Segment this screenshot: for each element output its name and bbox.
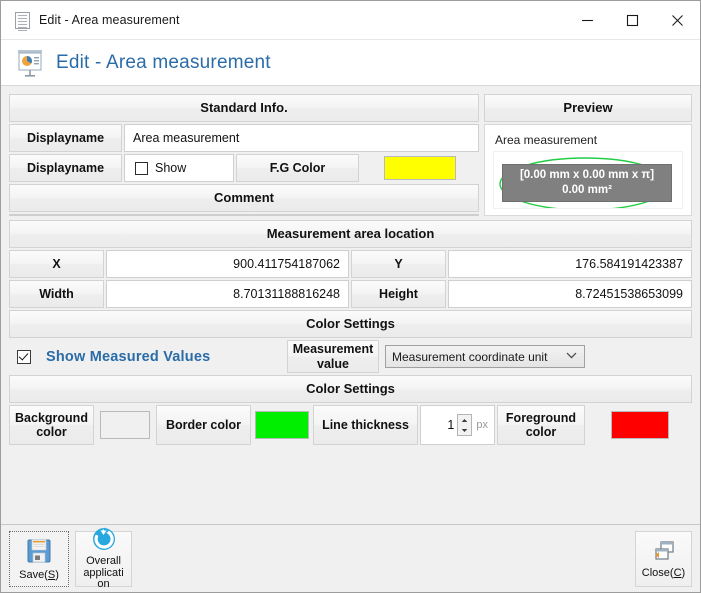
measured-values-row: Show Measured Values Measurement value M… — [9, 340, 692, 373]
height-label: Height — [351, 280, 446, 308]
preview-caption: Area measurement — [495, 133, 683, 147]
window-controls — [565, 1, 700, 39]
preview-tag-line1: [0.00 mm x 0.00 mm x π] — [505, 168, 669, 182]
background-color-swatch[interactable] — [100, 411, 150, 439]
page-header: Edit - Area measurement — [1, 40, 700, 86]
window-titlebar: Edit - Area measurement — [1, 1, 700, 40]
dialog-footer: Save(S) Overall applicati on — [1, 524, 700, 592]
close-button[interactable] — [655, 1, 700, 39]
border-color-swatch[interactable] — [255, 411, 309, 439]
standard-info-header: Standard Info. — [9, 94, 479, 122]
line-thickness-label: Line thickness — [313, 405, 418, 445]
preview-panel: Preview Area measurement [0.00 mm x 0.00… — [484, 94, 692, 216]
show-checkbox-box — [135, 162, 148, 175]
show-measured-values-label: Show Measured Values — [46, 349, 210, 365]
fg-color-swatch-wrap — [361, 154, 479, 182]
fg-color-button[interactable]: F.G Color — [236, 154, 359, 182]
overall-application-label-1: Overall — [86, 556, 121, 568]
line-thickness-unit: px — [476, 419, 488, 431]
line-thickness-value: 1 — [447, 418, 454, 432]
display-name-input[interactable]: Area measurement — [124, 124, 479, 152]
show-checkbox[interactable]: Show — [124, 154, 234, 182]
background-color-swatch-wrap — [96, 405, 154, 445]
display-name-label: Displayname — [9, 124, 122, 152]
spinner-up-icon[interactable] — [458, 415, 471, 425]
spinner-down-icon[interactable] — [458, 425, 471, 435]
window-title: Edit - Area measurement — [39, 13, 180, 27]
presentation-chart-icon — [14, 47, 46, 79]
close-button-label: Close(C) — [642, 568, 685, 580]
measurement-area-header: Measurement area location — [9, 220, 692, 248]
background-color-label: Background color — [9, 405, 94, 445]
windows-stack-icon — [651, 538, 677, 568]
edit-area-measurement-window: Edit - Area measurement — [0, 0, 701, 593]
floppy-disk-icon — [24, 536, 54, 570]
foreground-color-swatch-wrap — [587, 405, 692, 445]
border-color-swatch-wrap — [253, 405, 311, 445]
standard-info-panel: Standard Info. Displayname Area measurem… — [9, 94, 479, 216]
y-input[interactable]: 176.584191423387 — [448, 250, 692, 278]
color-settings-header-2: Color Settings — [9, 375, 692, 403]
preview-measurement-tag: [0.00 mm x 0.00 mm x π] 0.00 mm² — [502, 164, 672, 202]
save-button[interactable]: Save(S) — [9, 531, 69, 587]
show-measured-values-checkbox-box — [17, 350, 31, 364]
measurement-unit-select-value: Measurement coordinate unit — [392, 350, 547, 364]
minimize-icon — [581, 14, 594, 27]
close-button-footer[interactable]: Close(C) — [635, 531, 692, 587]
wh-row: Width 8.70131188816248 Height 8.72451538… — [9, 280, 692, 308]
minimize-button[interactable] — [565, 1, 610, 39]
page-title: Edit - Area measurement — [56, 52, 271, 74]
foreground-color-swatch[interactable] — [611, 411, 669, 439]
preview-body: Area measurement [0.00 mm x 0.00 mm x π]… — [484, 124, 692, 216]
xy-row: X 900.411754187062 Y 176.584191423387 — [9, 250, 692, 278]
measurement-unit-select[interactable]: Measurement coordinate unit — [385, 345, 585, 368]
refresh-circle-icon — [91, 526, 117, 556]
save-button-label: Save(S) — [19, 570, 59, 582]
width-label: Width — [9, 280, 104, 308]
line-thickness-spinner-buttons[interactable] — [457, 414, 472, 436]
maximize-icon — [626, 14, 639, 27]
preview-tag-line2: 0.00 mm² — [505, 183, 669, 197]
top-section: Standard Info. Displayname Area measurem… — [9, 94, 692, 216]
display-name-options-row: Displayname Show F.G Color — [9, 154, 479, 182]
border-color-label: Border color — [156, 405, 251, 445]
foreground-color-label: Foreground color — [497, 405, 585, 445]
preview-header: Preview — [484, 94, 692, 122]
color-settings-row: Background color Border color Line thick… — [9, 405, 692, 445]
x-label: X — [9, 250, 104, 278]
x-input[interactable]: 900.411754187062 — [106, 250, 349, 278]
width-input[interactable]: 8.70131188816248 — [106, 280, 349, 308]
overall-application-label-3: on — [97, 579, 109, 591]
fg-color-swatch[interactable] — [384, 156, 456, 180]
close-icon — [671, 14, 684, 27]
display-name-row: Displayname Area measurement — [9, 124, 479, 152]
show-measured-values-checkbox[interactable]: Show Measured Values — [9, 349, 287, 365]
comment-header: Comment — [9, 184, 479, 212]
height-input[interactable]: 8.72451538653099 — [448, 280, 692, 308]
show-checkbox-label: Show — [155, 161, 186, 175]
line-thickness-stepper[interactable]: 1 px — [420, 405, 495, 445]
dialog-body: Standard Info. Displayname Area measurem… — [1, 86, 700, 518]
preview-canvas: [0.00 mm x 0.00 mm x π] 0.00 mm² — [493, 151, 683, 209]
display-name-label-2: Displayname — [9, 154, 122, 182]
overall-application-button[interactable]: Overall applicati on — [75, 531, 132, 587]
measurement-value-label: Measurement value — [287, 340, 379, 373]
document-icon — [13, 11, 31, 29]
maximize-button[interactable] — [610, 1, 655, 39]
y-label: Y — [351, 250, 446, 278]
color-settings-header-1: Color Settings — [9, 310, 692, 338]
chevron-down-icon — [566, 348, 577, 362]
